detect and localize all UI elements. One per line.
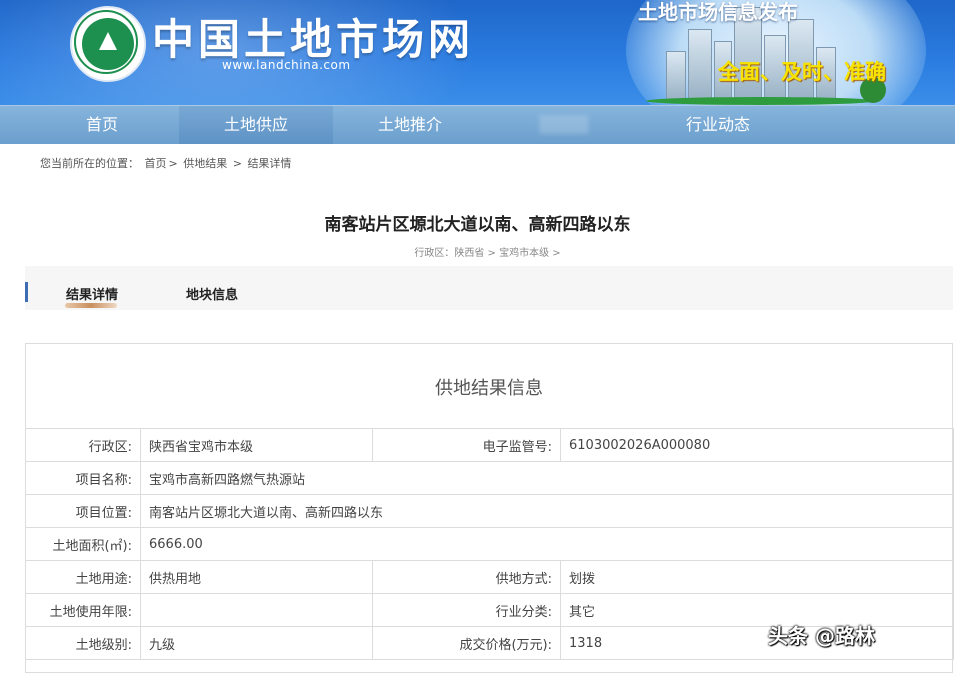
label-supervision-no: 电子监管号:	[372, 428, 561, 462]
breadcrumb-separator: >	[168, 157, 178, 170]
value-project-location: 南客站片区塬北大道以南、高新四路以东	[140, 494, 954, 528]
banner-slogan: 全面、及时、准确	[718, 60, 886, 84]
site-header: 中国土地市场网 www.landchina.com 土地市场信息发布 全面、及时…	[0, 0, 955, 105]
nav-item-land-promotion[interactable]: 土地推介	[333, 106, 487, 144]
building-icon	[666, 51, 686, 101]
label-district: 行政区:	[25, 428, 141, 462]
region-crumb: 行政区：陕西省 > 宝鸡市本级 >	[414, 248, 561, 259]
main-nav: 首页 土地供应 土地推介 ▒▒▒▒ 行业动态	[0, 105, 955, 144]
site-logo[interactable]	[70, 6, 146, 82]
nav-item-land-supply[interactable]: 土地供应	[179, 106, 333, 144]
tab-indicator-bar	[25, 282, 28, 302]
label-land-use: 土地用途:	[25, 560, 141, 594]
value-district: 陕西省宝鸡市本级	[140, 428, 373, 462]
table-row: 土地用途: 供热用地 供地方式: 划拨	[25, 560, 954, 594]
label-supply-method: 供地方式:	[372, 560, 561, 594]
nav-item-industry-news[interactable]: 行业动态	[641, 106, 795, 144]
breadcrumb-supply-result[interactable]: 供地结果	[183, 157, 227, 170]
tab-active-underline	[65, 303, 117, 308]
page-title: 南客站片区塬北大道以南、高新四路以东	[324, 215, 631, 235]
value-project-name: 宝鸡市高新四路燃气热源站	[140, 461, 954, 495]
nav-item-home[interactable]: 首页	[25, 106, 179, 144]
label-land-area: 土地面积(㎡):	[25, 527, 141, 561]
site-url: www.landchina.com	[222, 58, 351, 72]
header-banner: 土地市场信息发布 全面、及时、准确	[626, 0, 955, 105]
value-industry-category: 其它	[560, 593, 954, 627]
value-use-term	[140, 593, 373, 627]
panel-title: 供地结果信息	[435, 378, 543, 399]
logo-emblem	[82, 18, 134, 70]
value-supply-method: 划拨	[560, 560, 954, 594]
tab-parcel-info[interactable]: 地块信息	[186, 284, 238, 303]
breadcrumb-separator: >	[232, 157, 242, 170]
tab-result-detail[interactable]: 结果详情	[66, 284, 118, 303]
breadcrumb-home[interactable]: 首页	[145, 157, 167, 170]
building-icon	[688, 29, 712, 101]
value-land-grade: 九级	[140, 626, 373, 660]
nav-item-blurred[interactable]: ▒▒▒▒	[487, 106, 641, 144]
label-transaction-price: 成交价格(万元):	[372, 626, 561, 660]
table-row: 项目位置: 南客站片区塬北大道以南、高新四路以东	[25, 494, 954, 528]
banner-title: 土地市场信息发布	[638, 0, 798, 24]
value-supervision-no: 6103002026A000080	[560, 428, 954, 462]
table-row: 土地面积(㎡): 6666.00	[25, 527, 954, 561]
value-transaction-price: 1318	[560, 626, 954, 660]
banner-grass	[646, 97, 876, 105]
table-row: 行政区: 陕西省宝鸡市本级 电子监管号: 6103002026A000080	[25, 428, 954, 462]
detail-tabs: 结果详情 地块信息	[25, 266, 953, 310]
table-row: 项目名称: 宝鸡市高新四路燃气热源站	[25, 461, 954, 495]
value-land-use: 供热用地	[140, 560, 373, 594]
label-industry-category: 行业分类:	[372, 593, 561, 627]
watermark-text: 头条 @路林	[768, 624, 875, 648]
breadcrumb: 您当前所在的位置： 首页 > 供地结果 > 结果详情	[40, 155, 293, 171]
breadcrumb-result-detail[interactable]: 结果详情	[247, 157, 291, 170]
label-project-location: 项目位置:	[25, 494, 141, 528]
breadcrumb-prefix: 您当前所在的位置：	[40, 157, 139, 170]
logo-triangle-icon	[99, 32, 117, 50]
value-land-area: 6666.00	[140, 527, 954, 561]
label-land-grade: 土地级别:	[25, 626, 141, 660]
label-use-term: 土地使用年限:	[25, 593, 141, 627]
label-project-name: 项目名称:	[25, 461, 141, 495]
